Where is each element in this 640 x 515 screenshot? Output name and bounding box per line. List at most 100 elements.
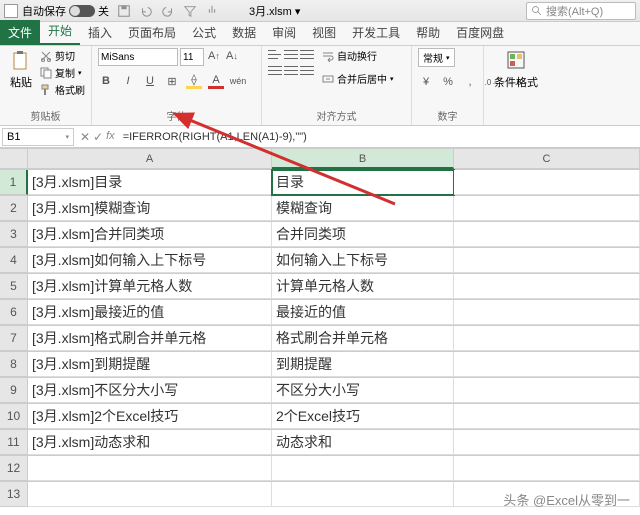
currency-button[interactable]: ¥ [418, 74, 434, 90]
cell-A6[interactable]: [3月.xlsm]最接近的值 [28, 300, 272, 325]
italic-button[interactable]: I [120, 73, 136, 89]
borders-button[interactable]: ⊞ [164, 73, 180, 89]
redo-icon[interactable] [161, 4, 175, 18]
cell-B1[interactable]: 目录 [272, 170, 454, 195]
row-header-2[interactable]: 2 [0, 196, 28, 221]
row-header-3[interactable]: 3 [0, 222, 28, 247]
cell-C4[interactable] [454, 248, 640, 273]
row-header-13[interactable]: 13 [0, 482, 28, 507]
cell-B6[interactable]: 最接近的值 [272, 300, 454, 325]
cell-C6[interactable] [454, 300, 640, 325]
tab-view[interactable]: 视图 [304, 20, 344, 45]
cell-A1[interactable]: [3月.xlsm]目录 [28, 170, 272, 195]
cell-B13[interactable] [272, 482, 454, 507]
name-box[interactable]: B1▾ [2, 128, 74, 146]
underline-button[interactable]: U [142, 73, 158, 89]
row-header-6[interactable]: 6 [0, 300, 28, 325]
cell-A12[interactable] [28, 456, 272, 481]
cell-B5[interactable]: 计算单元格人数 [272, 274, 454, 299]
row-header-10[interactable]: 10 [0, 404, 28, 429]
tab-file[interactable]: 文件 [0, 20, 40, 45]
cell-A2[interactable]: [3月.xlsm]模糊查询 [28, 196, 272, 221]
row-header-1[interactable]: 1 [0, 170, 28, 195]
cell-C12[interactable] [454, 456, 640, 481]
row-header-8[interactable]: 8 [0, 352, 28, 377]
comma-button[interactable]: , [462, 74, 478, 90]
cell-C11[interactable] [454, 430, 640, 455]
cell-B3[interactable]: 合并同类项 [272, 222, 454, 247]
fill-color-button[interactable]: ⟠ [186, 73, 202, 89]
row-header-12[interactable]: 12 [0, 456, 28, 481]
wrap-text-button[interactable]: 自动换行 [322, 48, 394, 63]
font-name-input[interactable] [98, 48, 178, 66]
cell-C3[interactable] [454, 222, 640, 247]
cell-A9[interactable]: [3月.xlsm]不区分大小写 [28, 378, 272, 403]
font-color-button[interactable]: A [208, 73, 224, 89]
select-all-corner[interactable] [0, 149, 28, 169]
tab-insert[interactable]: 插入 [80, 20, 120, 45]
cell-C1[interactable] [454, 170, 640, 195]
cell-B7[interactable]: 格式刷合并单元格 [272, 326, 454, 351]
cell-B2[interactable]: 模糊查询 [272, 196, 454, 221]
cell-C10[interactable] [454, 404, 640, 429]
cell-A3[interactable]: [3月.xlsm]合并同类项 [28, 222, 272, 247]
tab-developer[interactable]: 开发工具 [344, 20, 408, 45]
cell-A13[interactable] [28, 482, 272, 507]
autosave-toggle[interactable]: 自动保存 关 [22, 3, 109, 19]
phonetic-button[interactable]: wén [230, 73, 246, 89]
col-header-C[interactable]: C [454, 149, 640, 169]
tab-layout[interactable]: 页面布局 [120, 20, 184, 45]
decrease-font-icon[interactable]: A↓ [224, 48, 240, 64]
formula-input[interactable]: =IFERROR(RIGHT(A1,LEN(A1)-9),"") [119, 128, 640, 146]
row-header-7[interactable]: 7 [0, 326, 28, 351]
tab-data[interactable]: 数据 [224, 20, 264, 45]
cell-C2[interactable] [454, 196, 640, 221]
bold-button[interactable]: B [98, 73, 114, 89]
row-header-5[interactable]: 5 [0, 274, 28, 299]
vertical-align-buttons[interactable] [268, 48, 314, 60]
cell-A8[interactable]: [3月.xlsm]到期提醒 [28, 352, 272, 377]
merge-button[interactable]: 合并后居中▾ [322, 71, 394, 86]
cell-C8[interactable] [454, 352, 640, 377]
row-header-11[interactable]: 11 [0, 430, 28, 455]
spreadsheet-grid[interactable]: A B C [0, 148, 640, 169]
touch-icon[interactable] [205, 4, 219, 18]
cell-B9[interactable]: 不区分大小写 [272, 378, 454, 403]
document-name[interactable]: 3月.xlsm ▾ [249, 3, 300, 19]
format-painter-button[interactable]: 格式刷 [40, 82, 85, 97]
search-box[interactable]: 搜索(Alt+Q) [526, 2, 636, 20]
cell-A11[interactable]: [3月.xlsm]动态求和 [28, 430, 272, 455]
cell-A4[interactable]: [3月.xlsm]如何输入上下标号 [28, 248, 272, 273]
undo-icon[interactable] [139, 4, 153, 18]
font-size-input[interactable] [180, 48, 204, 66]
col-header-A[interactable]: A [28, 149, 272, 169]
cell-B12[interactable] [272, 456, 454, 481]
tab-review[interactable]: 审阅 [264, 20, 304, 45]
check-formula-icon[interactable]: ✓ [93, 130, 103, 144]
tab-home[interactable]: 开始 [40, 18, 80, 45]
row-header-4[interactable]: 4 [0, 248, 28, 273]
copy-button[interactable]: 复制▾ [40, 65, 85, 80]
cell-C7[interactable] [454, 326, 640, 351]
cancel-formula-icon[interactable]: ✕ [80, 130, 90, 144]
tab-help[interactable]: 帮助 [408, 20, 448, 45]
conditional-format-button[interactable]: 条件格式 [490, 48, 542, 92]
cell-A10[interactable]: [3月.xlsm]2个Excel技巧 [28, 404, 272, 429]
cell-B4[interactable]: 如何输入上下标号 [272, 248, 454, 273]
number-format-dropdown[interactable]: 常规▾ [418, 48, 455, 67]
cell-B8[interactable]: 到期提醒 [272, 352, 454, 377]
horizontal-align-buttons[interactable] [268, 64, 314, 76]
col-header-B[interactable]: B [272, 149, 454, 169]
cut-button[interactable]: 剪切 [40, 48, 85, 63]
cell-C9[interactable] [454, 378, 640, 403]
filter-icon[interactable] [183, 4, 197, 18]
percent-button[interactable]: % [440, 74, 456, 90]
save-icon[interactable] [117, 4, 131, 18]
row-header-9[interactable]: 9 [0, 378, 28, 403]
fx-icon[interactable]: fx [106, 130, 115, 144]
paste-button[interactable]: 粘贴 [6, 48, 36, 92]
cell-C5[interactable] [454, 274, 640, 299]
cell-B10[interactable]: 2个Excel技巧 [272, 404, 454, 429]
toggle-switch[interactable] [69, 5, 95, 17]
tab-formulas[interactable]: 公式 [184, 20, 224, 45]
